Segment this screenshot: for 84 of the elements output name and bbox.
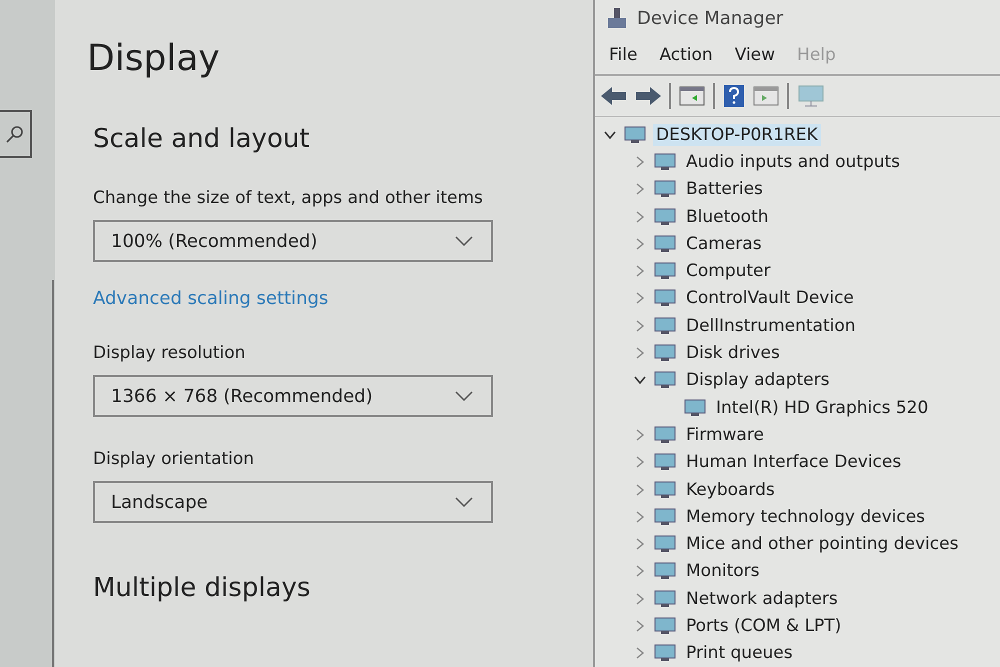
chevron-right-icon[interactable] [634,183,646,196]
chevron-down-icon [455,391,473,401]
device-icon [653,561,677,582]
device-icon [653,616,677,636]
tree-item[interactable]: Firmware [683,424,767,446]
chevron-right-icon[interactable] [634,347,646,360]
tree-item[interactable]: Disk drives [683,342,783,364]
forward-arrow-icon[interactable] [635,86,661,106]
chevron-right-icon[interactable] [634,647,646,660]
device-icon [653,534,677,554]
menu-item[interactable]: File [609,45,638,65]
search-icon [5,124,25,144]
device-icon [653,480,677,500]
help-icon[interactable] [723,84,745,108]
device-icon [653,261,677,282]
device-icon [653,343,677,364]
window-title: Device Manager [637,8,784,28]
chevron-right-icon[interactable] [634,265,646,278]
device-icon [653,424,677,445]
menu-item[interactable]: Action [659,45,713,65]
device-icon [653,234,677,254]
tree-item[interactable]: DellInstrumentation [683,314,859,337]
chevron-right-icon[interactable] [634,538,646,550]
window-pane-icon[interactable] [679,85,705,107]
device-icon [653,370,677,390]
chevron-right-icon[interactable] [634,565,646,578]
device-icon [653,506,677,527]
field-label: Display orientation [93,449,256,469]
tree-item[interactable]: Keyboards [683,478,778,500]
back-arrow-icon[interactable] [601,86,627,106]
chevron-right-icon[interactable] [634,510,646,523]
window-pane-icon[interactable] [753,85,779,107]
tree-item[interactable]: Print queues [683,642,796,664]
device-icon [683,398,707,418]
chevron-down-icon [455,236,473,246]
chevron-down-icon[interactable] [634,374,646,386]
tree-item[interactable]: Audio inputs and outputs [683,150,904,173]
device-icon [653,452,677,472]
chevron-right-icon[interactable] [634,210,646,223]
chevron-right-icon[interactable] [634,320,646,332]
chevron-down-icon[interactable] [604,128,616,141]
field-label: Change the size of text, apps and other items [93,188,484,208]
tree-item[interactable]: Computer [683,260,774,282]
chevron-right-icon[interactable] [634,484,646,496]
chevron-down-icon [455,497,473,507]
menu-item[interactable]: View [734,45,776,65]
tree-item[interactable]: Bluetooth [683,206,772,228]
tree-item[interactable]: ControlVault Device [683,287,857,310]
chevron-right-icon[interactable] [634,428,646,441]
field-label: Display resolution [93,343,246,363]
tree-item[interactable]: Mice and other pointing devices [683,533,962,556]
device-icon [653,588,677,609]
chevron-right-icon[interactable] [634,592,646,605]
monitor-icon[interactable] [797,84,825,108]
tree-item[interactable]: Human Interface Devices [683,451,904,474]
chevron-right-icon[interactable] [634,156,646,168]
device-icon [653,152,677,172]
device-icon [653,179,677,200]
tree-item[interactable]: DESKTOP-P0R1REK [653,124,821,146]
chevron-right-icon[interactable] [634,238,646,250]
scale-dropdown[interactable]: 100% (Recommended) [93,220,493,262]
chevron-right-icon[interactable] [634,620,646,632]
device-icon [653,316,677,336]
device-icon [653,206,677,227]
page-title: Display [87,38,221,81]
tree-item[interactable]: Memory technology devices [683,506,928,528]
tree-item[interactable]: Batteries [683,178,766,200]
tree-item[interactable]: Display adapters [683,369,832,392]
device-icon [653,643,677,664]
chevron-right-icon[interactable] [634,292,646,304]
computer-tower-icon [607,7,627,29]
search-button[interactable] [0,110,32,158]
tree-item[interactable]: Intel(R) HD Graphics 520 [713,396,932,419]
tree-item[interactable]: Ports (COM & LPT) [683,614,844,637]
resolution-dropdown[interactable]: 1366 × 768 (Recommended) [93,375,493,417]
tree-item[interactable]: Cameras [683,232,765,255]
section-title: Scale and layout [93,124,311,154]
chevron-right-icon[interactable] [634,456,646,468]
orientation-dropdown[interactable]: Landscape [93,481,493,523]
device-icon [623,124,647,145]
tree-item[interactable]: Monitors [683,560,762,582]
tree-item[interactable]: Network adapters [683,588,841,610]
section-title: Multiple displays [93,573,312,603]
device-icon [653,288,677,308]
